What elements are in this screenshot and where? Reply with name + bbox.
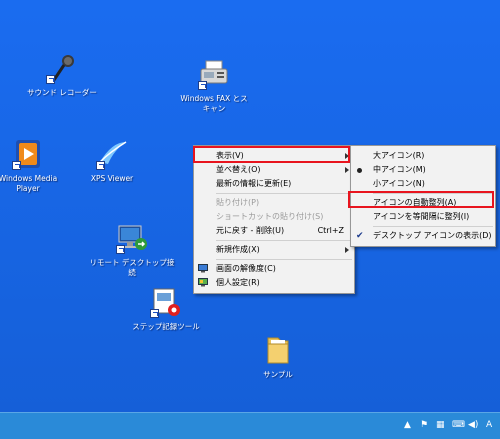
highlight-box-auto-arrange: [348, 191, 494, 208]
menu-item-paste[interactable]: 貼り付け(P): [194, 196, 354, 210]
flag-icon[interactable]: ⚑: [420, 419, 428, 431]
desktop-icon-label: XPS Viewer: [90, 174, 134, 183]
taskbar: ▲ ⚑ ▦ ⌨ ◀) A: [0, 412, 500, 439]
speaker-icon[interactable]: ◀): [468, 419, 478, 431]
menu-item-undo-delete[interactable]: 元に戻す - 削除(U) Ctrl+Z: [194, 224, 354, 238]
submenu-item-small-icons[interactable]: 小アイコン(N): [351, 177, 495, 191]
shortcut-arrow-icon: [150, 309, 159, 318]
submenu-item-large-icons[interactable]: 大アイコン(R): [351, 149, 495, 163]
desktop-icon-label: サンプル: [263, 370, 293, 379]
menu-item-refresh[interactable]: 最新の情報に更新(E): [194, 177, 354, 191]
desktop-context-menu: 表示(V) 並べ替え(O) 最新の情報に更新(E) 貼り付け(P) ショートカッ…: [193, 145, 355, 294]
menu-item-shortcut: Ctrl+Z: [317, 226, 344, 235]
shortcut-arrow-icon: [46, 75, 55, 84]
menu-item-label: 画面の解像度(C): [216, 264, 276, 273]
desktop-icon-label: Windows FAX とス キャン: [180, 94, 248, 113]
menu-item-personalize[interactable]: 個人設定(R): [194, 276, 354, 290]
menu-item-label: 新規作成(X): [216, 245, 260, 254]
submenu-item-show-desktop-icons[interactable]: ✔ デスクトップ アイコンの表示(D): [351, 229, 495, 243]
check-icon: ✔: [356, 231, 364, 241]
menu-item-paste-shortcut[interactable]: ショートカットの貼り付け(S): [194, 210, 354, 224]
desktop-icon-sample-folder[interactable]: サンプル: [230, 334, 326, 380]
shortcut-arrow-icon: [116, 245, 125, 254]
menu-item-label: 大アイコン(R): [373, 151, 425, 160]
xps-viewer-icon: [96, 138, 128, 170]
menu-item-label: アイコンを等間隔に整列(I): [373, 212, 470, 221]
personalize-icon: [198, 278, 208, 287]
highlight-box-view: [193, 146, 350, 163]
menu-item-label: 個人設定(R): [216, 278, 260, 287]
desktop-icon-label: サウンド レコーダー: [27, 88, 97, 97]
folder-icon: [262, 334, 294, 366]
menu-item-label: 最新の情報に更新(E): [216, 179, 292, 188]
submenu-arrow-icon: [345, 167, 349, 173]
menu-item-label: 中アイコン(M): [373, 165, 426, 174]
menu-item-label: ショートカットの貼り付け(S): [216, 212, 324, 221]
menu-separator: [216, 193, 352, 194]
desktop-icon-remote-desktop[interactable]: リモート デスクトップ接 続: [84, 222, 180, 278]
menu-item-label: 小アイコン(N): [373, 179, 425, 188]
keyboard-icon[interactable]: ⌨: [452, 419, 465, 431]
microphone-icon: [46, 52, 78, 84]
radio-bullet-icon: [357, 168, 362, 173]
submenu-arrow-icon: [345, 247, 349, 253]
steps-recorder-icon: [150, 286, 182, 318]
desktop-icon-label: ステップ記録ツール: [132, 322, 200, 331]
menu-item-label: 元に戻す - 削除(U): [216, 226, 285, 235]
display-icon: [198, 264, 208, 273]
remote-desktop-icon: [116, 222, 148, 254]
submenu-item-align-to-grid[interactable]: アイコンを等間隔に整列(I): [351, 210, 495, 224]
menu-item-sort-by[interactable]: 並べ替え(O): [194, 163, 354, 177]
menu-separator: [216, 259, 352, 260]
media-player-icon: [12, 138, 44, 170]
desktop-icon-xps-viewer[interactable]: XPS Viewer: [64, 138, 160, 184]
network-icon[interactable]: ▦: [436, 419, 445, 431]
ime-indicator[interactable]: A: [486, 419, 492, 431]
submenu-item-medium-icons[interactable]: 中アイコン(M): [351, 163, 495, 177]
menu-separator: [373, 226, 493, 227]
shortcut-arrow-icon: [198, 81, 207, 90]
menu-separator: [216, 240, 352, 241]
menu-item-label: 貼り付け(P): [216, 198, 260, 207]
desktop-icon-label: リモート デスクトップ接 続: [89, 258, 175, 277]
menu-item-label: デスクトップ アイコンの表示(D): [373, 231, 492, 240]
desktop-icon-sound-recorder[interactable]: サウンド レコーダー: [14, 52, 110, 98]
desktop[interactable]: サウンド レコーダー Windows FAX とス キャン Windows Me…: [0, 0, 500, 412]
desktop-icon-windows-fax-scan[interactable]: Windows FAX とス キャン: [166, 58, 262, 114]
shortcut-arrow-icon: [96, 161, 105, 170]
menu-item-label: 並べ替え(O): [216, 165, 261, 174]
chevron-up-icon[interactable]: ▲: [404, 419, 411, 431]
menu-item-screen-resolution[interactable]: 画面の解像度(C): [194, 262, 354, 276]
shortcut-arrow-icon: [12, 161, 21, 170]
fax-icon: [198, 58, 230, 90]
menu-item-new[interactable]: 新規作成(X): [194, 243, 354, 257]
